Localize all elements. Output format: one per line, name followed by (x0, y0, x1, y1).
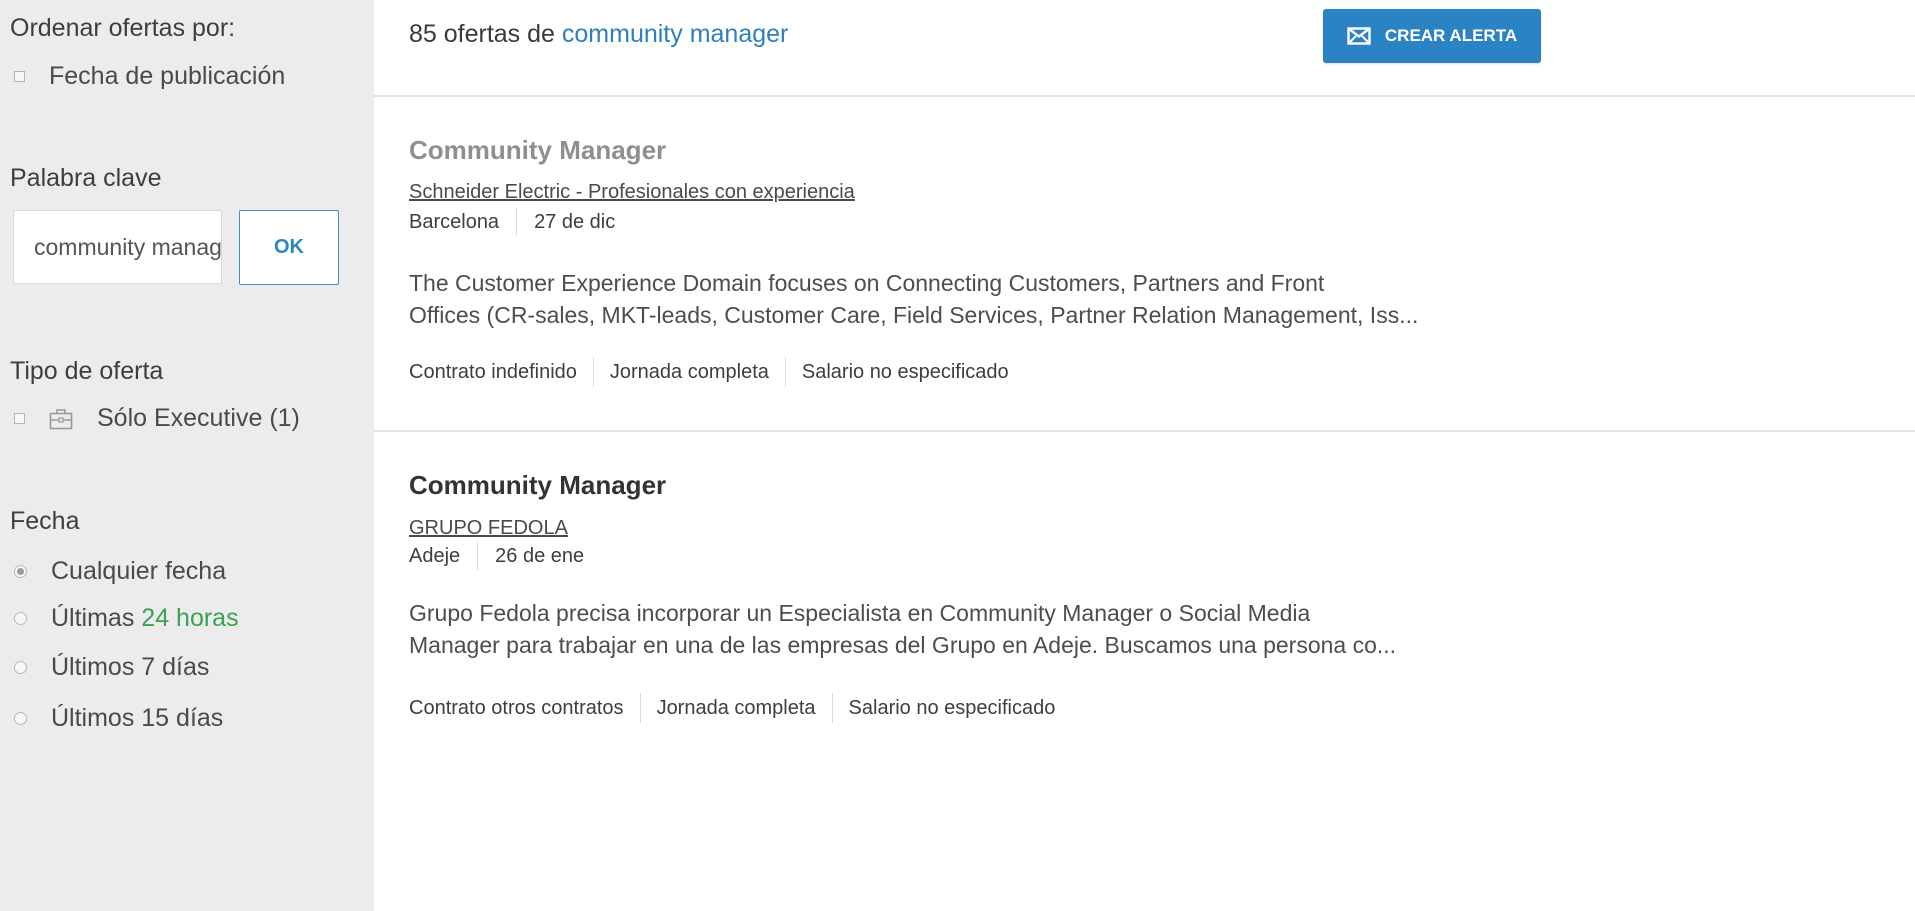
envelope-icon (1347, 27, 1371, 45)
salary-tag: Salario no especificado (801, 360, 1009, 383)
meta-separator (516, 208, 518, 236)
offer-description-line: Grupo Fedola precisa incorporar un Espec… (409, 600, 1311, 626)
date-15d-label[interactable]: Últimos 15 días (51, 704, 223, 733)
meta-separator (477, 542, 479, 570)
tag-separator (784, 357, 786, 387)
date-24h-prefix: Últimas (51, 604, 142, 632)
company-link[interactable]: GRUPO FEDOLA (409, 517, 568, 540)
workday-tag: Jornada completa (656, 696, 816, 719)
date-24h-label[interactable]: Últimas 24 horas (51, 604, 239, 633)
offer-description: Grupo Fedola precisa incorporar un Espec… (409, 597, 1519, 661)
contract-tag: Contrato otros contratos (409, 696, 624, 719)
offer-description-line: The Customer Experience Domain focuses o… (409, 270, 1325, 296)
date-any-radio[interactable] (14, 565, 27, 578)
sort-heading: Ordenar ofertas por: (10, 14, 236, 42)
create-alert-label: CREAR ALERTA (1384, 26, 1518, 45)
date-7d-label[interactable]: Últimos 7 días (51, 653, 209, 682)
query-link[interactable]: community manager (562, 20, 788, 48)
offer-description-line: Offices (CR-sales, MKT-leads, Customer C… (409, 302, 1419, 328)
date-24h-highlight: 24 horas (141, 604, 239, 632)
keyword-ok-button[interactable]: OK (239, 210, 339, 285)
offer-meta: Barcelona 27 de dic (409, 208, 615, 236)
offer-description-line: Manager para trabajar en una de las empr… (409, 632, 1397, 658)
executive-only-checkbox[interactable] (14, 413, 25, 424)
results-summary: 85 ofertas de community manager (409, 20, 788, 49)
offer-location: Adeje (409, 544, 461, 567)
sort-by-date-label[interactable]: Fecha de publicación (49, 62, 285, 91)
date-any-label[interactable]: Cualquier fecha (51, 557, 226, 586)
date-option-24h[interactable]: Últimas 24 horas (14, 604, 239, 633)
offer-title-link[interactable]: Community Manager (409, 135, 666, 166)
sort-by-date-option[interactable]: Fecha de publicación (14, 62, 285, 91)
offer-tags: Contrato otros contratos Jornada complet… (409, 693, 1055, 723)
offer-meta: Adeje 26 de ene (409, 542, 584, 570)
offer-card: Community Manager Schneider Electric - P… (374, 97, 1915, 430)
date-option-15d[interactable]: Últimos 15 días (14, 704, 223, 733)
results-count-text: 85 ofertas de (409, 20, 562, 48)
keyword-input[interactable] (13, 210, 222, 284)
results-panel: 85 ofertas de community manager CREAR AL… (374, 0, 1915, 911)
tag-separator (639, 693, 641, 723)
executive-only-label[interactable]: Sólo Executive (1) (97, 404, 300, 433)
offer-tags: Contrato indefinido Jornada completa Sal… (409, 357, 1009, 387)
offer-description: The Customer Experience Domain focuses o… (409, 267, 1519, 331)
offer-type-heading: Tipo de oferta (10, 357, 164, 385)
keyword-heading: Palabra clave (10, 164, 162, 192)
date-option-7d[interactable]: Últimos 7 días (14, 653, 209, 682)
sort-by-date-checkbox[interactable] (14, 71, 25, 82)
executive-only-option[interactable]: Sólo Executive (1) (14, 404, 300, 433)
briefcase-icon (49, 408, 73, 430)
tag-separator (831, 693, 833, 723)
contract-tag: Contrato indefinido (409, 360, 577, 383)
offer-location: Barcelona (409, 210, 500, 233)
offer-title-link[interactable]: Community Manager (409, 470, 666, 501)
company-link[interactable]: Schneider Electric - Profesionales con e… (409, 181, 855, 204)
filters-sidebar: Ordenar ofertas por: Fecha de publicació… (0, 0, 374, 911)
workday-tag: Jornada completa (609, 360, 769, 383)
offer-date: 26 de ene (495, 544, 585, 567)
create-alert-button[interactable]: CREAR ALERTA (1323, 9, 1541, 63)
date-24h-radio[interactable] (14, 612, 27, 625)
date-heading: Fecha (10, 507, 80, 535)
date-7d-radio[interactable] (14, 661, 27, 674)
offer-date: 27 de dic (534, 210, 616, 233)
tag-separator (592, 357, 594, 387)
salary-tag: Salario no especificado (848, 696, 1056, 719)
date-option-any[interactable]: Cualquier fecha (14, 557, 226, 586)
date-15d-radio[interactable] (14, 712, 27, 725)
offer-card: Community Manager GRUPO FEDOLA Adeje 26 … (374, 432, 1915, 911)
